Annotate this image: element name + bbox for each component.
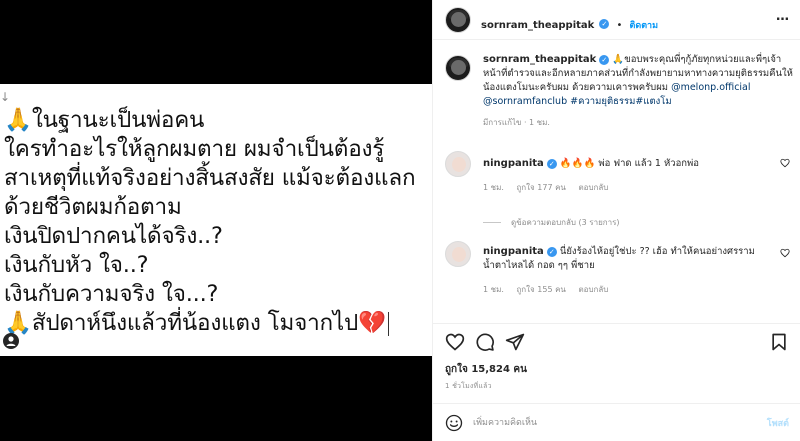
post-side-panel: sornram_theappitak ✓ • ติดตาม … sornram_… — [432, 0, 800, 441]
comment-time[interactable]: 1 ชม. — [483, 183, 504, 192]
post-image-line: เงินปิดปากคนได้จริง..? — [4, 223, 223, 249]
follow-button[interactable]: ติดตาม — [630, 21, 659, 31]
comment-like-heart-icon[interactable] — [780, 248, 790, 258]
post-image-line: สาเหตุที่แท้จริงอย่างสิ้นสงสัย แม้จะต้อง… — [4, 165, 416, 191]
comment-meta: 1 ชม. ถูกใจ 155 คน ตอบกลับ — [483, 283, 618, 296]
comment-time[interactable]: 1 ชม. — [483, 285, 504, 294]
save-bookmark-icon[interactable] — [769, 332, 789, 352]
emoji-smiley-icon[interactable] — [445, 414, 463, 432]
comment-likes[interactable]: ถูกใจ 177 คน — [516, 183, 565, 192]
comment-text: ningpanita ✓ 🔥🔥🔥 พ่อ ฟาด แล้ว 1 หัวอกพ่อ — [483, 157, 771, 171]
avatar-face — [452, 157, 466, 172]
comment-likes[interactable]: ถูกใจ 155 คน — [516, 285, 565, 294]
comment-item: ningpanita ✓ 🔥🔥🔥 พ่อ ฟาด แล้ว 1 หัวอกพ่อ… — [445, 151, 790, 211]
comment-meta: 1 ชม. ถูกใจ 177 คน ตอบกลับ — [483, 181, 618, 194]
post-image: ↓ 🙏ในฐานะเป็นพ่อคน ใครทำอะไรให้ลูกผมตาย … — [0, 84, 432, 356]
verified-badge-icon: ✓ — [599, 54, 610, 65]
avatar[interactable] — [445, 7, 471, 33]
reply-button[interactable]: ตอบกลับ — [578, 285, 608, 294]
comment-body: 🔥🔥🔥 พ่อ ฟาด แล้ว 1 หัวอกพ่อ — [559, 158, 700, 169]
view-replies-label: ดูข้อความตอบกลับ (3 รายการ) — [511, 218, 620, 227]
caption-edited-time: มีการแก้ไข · 1 ชม. — [483, 118, 550, 127]
comment-composer: โพสต์ — [433, 403, 800, 441]
avatar-face — [451, 12, 466, 27]
caption-text: sornram_theappitak ✓ 🙏ขอบพระคุณพี่ๆกู้ภั… — [483, 53, 795, 130]
comment-username[interactable]: ningpanita — [483, 158, 544, 169]
post-image-line: ใครทำอะไรให้ลูกผมตาย ผมจำเป็นต้องรู้ — [4, 136, 385, 162]
post-image-line-last: 🙏สัปดาห์นึงแล้วที่น้องแตง โมจากไป💔 — [4, 309, 415, 338]
view-replies-button[interactable]: ดูข้อความตอบกลับ (3 รายการ) — [483, 216, 620, 229]
avatar-face — [452, 247, 466, 262]
comment-bubble-icon[interactable] — [475, 332, 495, 352]
verified-badge-icon: ✓ — [546, 246, 557, 257]
separator-dot: • — [616, 20, 623, 31]
mention-link[interactable]: @melonp.official — [671, 82, 750, 93]
verified-badge-icon: ✓ — [546, 158, 557, 169]
comment-text: ningpanita ✓ นี่ยังร้องไห้อยู่ใช่ปะ ?? เ… — [483, 245, 771, 273]
like-heart-icon[interactable] — [445, 332, 465, 352]
reply-button[interactable]: ตอบกลับ — [578, 183, 608, 192]
view-replies-line — [483, 222, 501, 223]
caption-username[interactable]: sornram_theappitak — [483, 54, 596, 65]
like-count[interactable]: ถูกใจ 15,824 คน — [445, 362, 527, 377]
verified-badge-icon: ✓ — [599, 18, 610, 29]
post-image-line: เงินกับความจริง ใจ...? — [4, 281, 219, 307]
post-comment-button[interactable]: โพสต์ — [767, 416, 789, 430]
avatar[interactable] — [445, 151, 471, 177]
tagged-user-icon[interactable] — [3, 333, 19, 349]
post-image-line: ด้วยชีวิตผมก้อตาม — [4, 194, 182, 220]
post-media[interactable]: ↓ 🙏ในฐานะเป็นพ่อคน ใครทำอะไรให้ลูกผมตาย … — [0, 0, 432, 441]
arrow-down-glyph: ↓ — [0, 90, 11, 104]
comment-username[interactable]: ningpanita — [483, 246, 544, 257]
post-header: sornram_theappitak ✓ • ติดตาม … — [433, 0, 800, 40]
header-identity: sornram_theappitak ✓ • ติดตาม — [481, 13, 658, 32]
header-username[interactable]: sornram_theappitak — [481, 20, 594, 31]
avatar[interactable] — [445, 241, 471, 267]
comments-scroll-area[interactable]: sornram_theappitak ✓ 🙏ขอบพระคุณพี่ๆกู้ภั… — [433, 41, 800, 321]
mention-link[interactable]: @sornramfanclub — [483, 96, 567, 107]
post-time-ago[interactable]: 1 ชั่วโมงที่แล้ว — [445, 381, 492, 392]
comment-input[interactable] — [473, 413, 743, 433]
post-action-bar — [433, 323, 800, 359]
post-image-line-text: 🙏สัปดาห์นึงแล้วที่น้องแตง โมจากไป💔 — [4, 310, 386, 336]
comment-like-heart-icon[interactable] — [780, 158, 790, 168]
share-paper-plane-icon[interactable] — [505, 332, 525, 352]
post-image-text: 🙏ในฐานะเป็นพ่อคน ใครทำอะไรให้ลูกผมตาย ผม… — [4, 106, 416, 338]
more-options-icon[interactable]: … — [776, 9, 789, 24]
hashtag-link[interactable]: #ความยุติธรรม#แตงโม — [570, 96, 672, 107]
post-image-line: 🙏ในฐานะเป็นพ่อคน — [4, 107, 205, 133]
avatar[interactable] — [445, 55, 471, 81]
comment-item: ningpanita ✓ นี่ยังร้องไห้อยู่ใช่ปะ ?? เ… — [445, 241, 790, 311]
post-image-line: เงินกับหัว ใจ..? — [4, 252, 149, 278]
avatar-face — [451, 60, 466, 75]
text-cursor — [387, 311, 389, 336]
